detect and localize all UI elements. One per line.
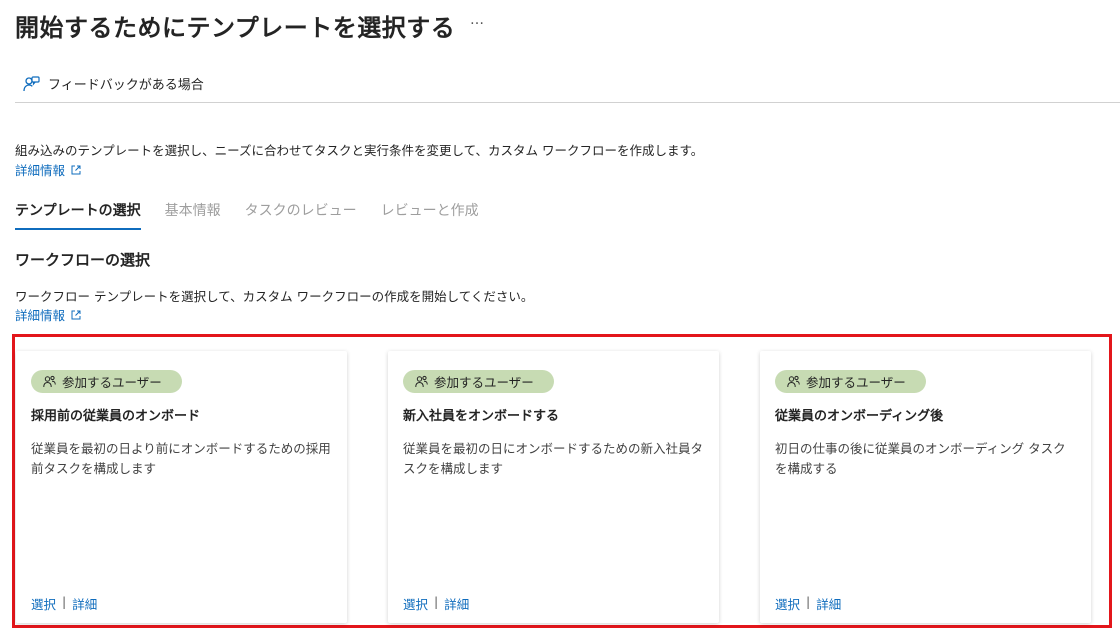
category-badge: 参加するユーザー [31,370,182,393]
open-external-icon [71,165,81,174]
card-actions: 選択 | 詳細 [31,594,97,613]
card-title: 採用前の従業員のオンボード [31,409,201,424]
section-learn-more-label: 詳細情報 [15,308,66,323]
details-link[interactable]: 詳細 [444,594,469,613]
badge-label: 参加するユーザー [62,375,162,390]
tab-basics[interactable]: 基本情報 [165,200,221,230]
details-link[interactable]: 詳細 [72,594,97,613]
learn-more-link[interactable]: 詳細情報 [15,160,81,179]
feedback-link[interactable]: フィードバックがある場合 [22,74,204,93]
select-link[interactable]: 選択 [31,594,56,613]
details-link[interactable]: 詳細 [816,594,841,613]
tab-select-template[interactable]: テンプレートの選択 [15,200,141,230]
people-icon [787,375,800,388]
card-description: 従業員を最初の日より前にオンボードするための採用前タスクを構成します [31,441,331,476]
card-actions: 選択 | 詳細 [775,594,841,613]
card-actions: 選択 | 詳細 [403,594,469,613]
feedback-label: フィードバックがある場合 [48,78,204,93]
card-description: 初日の仕事の後に従業員のオンボーディング タスクを構成する [775,441,1066,476]
header-divider [15,102,1120,103]
people-icon [415,375,428,388]
tab-review-tasks[interactable]: タスクのレビュー [245,200,357,230]
person-feedback-icon [23,75,40,91]
card-description: 従業員を最初の日にオンボードするための新入社員タスクを構成します [403,441,704,476]
template-card-post-onboarding[interactable]: 参加するユーザー 従業員のオンボーディング後 初日の仕事の後に従業員のオンボーデ… [760,351,1091,623]
template-card-new-hire[interactable]: 参加するユーザー 新入社員をオンボードする 従業員を最初の日にオンボードするため… [388,351,719,623]
select-link[interactable]: 選択 [775,594,800,613]
badge-label: 参加するユーザー [806,375,906,390]
more-options-button[interactable]: … [470,12,484,28]
action-separator: | [434,594,439,609]
select-link[interactable]: 選択 [403,594,428,613]
section-learn-more-link[interactable]: 詳細情報 [15,305,81,324]
section-description: ワークフロー テンプレートを選択して、カスタム ワークフローの作成を開始してくだ… [15,289,534,304]
action-separator: | [806,594,811,609]
learn-more-label: 詳細情報 [15,163,66,178]
tab-review-create[interactable]: レビューと作成 [381,200,479,230]
category-badge: 参加するユーザー [775,370,926,393]
card-title: 従業員のオンボーディング後 [775,409,944,424]
category-badge: 参加するユーザー [403,370,554,393]
badge-label: 参加するユーザー [434,375,534,390]
action-separator: | [62,594,67,609]
page-description: 組み込みのテンプレートを選択し、ニーズに合わせてタスクと実行条件を変更して、カス… [15,143,704,158]
people-icon [43,375,56,388]
card-title: 新入社員をオンボードする [403,409,560,424]
template-card-pre-hire[interactable]: 参加するユーザー 採用前の従業員のオンボード 従業員を最初の日より前にオンボード… [16,351,347,623]
wizard-tabs: テンプレートの選択 基本情報 タスクのレビュー レビューと作成 [15,200,479,230]
section-title: ワークフローの選択 [15,251,151,269]
page-title: 開始するためにテンプレートを選択する [15,14,456,42]
open-external-icon [71,310,81,319]
